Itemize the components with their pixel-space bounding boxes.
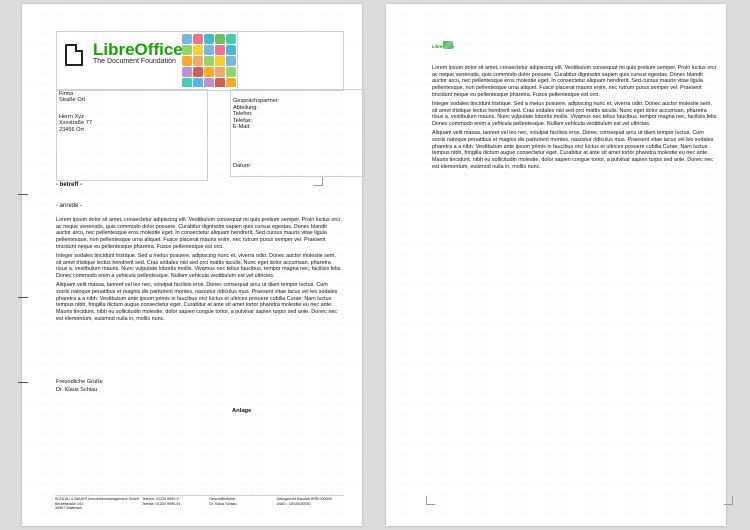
brand-name: LibreOffice xyxy=(93,40,183,59)
closing-phrase: Freundliche Grüße xyxy=(56,379,103,385)
enclosure-heading[interactable]: Anlage xyxy=(232,408,251,414)
letter-body-continued[interactable]: Lorem ipsum dolor sit amet, consectetur … xyxy=(432,65,718,173)
document-icon xyxy=(65,44,83,66)
mosaic-tile xyxy=(215,67,225,77)
page-corner-marker xyxy=(426,496,435,505)
paragraph: Aliquam velit massa, laoreet vel leo nec… xyxy=(432,130,714,170)
mosaic-tile xyxy=(182,78,192,87)
mosaic-tile xyxy=(226,67,236,77)
mosaic-tile xyxy=(182,67,192,77)
mosaic-tile xyxy=(204,78,214,87)
footer-phone: Telefon: 01234 9990-0 Telefax: 01234 999… xyxy=(141,497,181,506)
mosaic-tile xyxy=(182,56,192,66)
mosaic-tile xyxy=(193,45,203,55)
mosaic-tile xyxy=(226,45,236,55)
mosaic-tile xyxy=(204,45,214,55)
contact-labels: Gesprächspartner: Abteilung: Telefon: Te… xyxy=(233,98,280,130)
footer-company: SCHLAU & BAUER Immobilienmanagement GmbH… xyxy=(55,497,140,510)
salutation[interactable]: - anrede - xyxy=(56,203,82,209)
subject-line[interactable]: - betreff - xyxy=(56,182,82,188)
punch-mark xyxy=(18,297,28,298)
paragraph: Integer sodales tincidunt tristique. Sed… xyxy=(56,253,342,280)
paragraph: Lorem ipsum dolor sit amet, consectetur … xyxy=(56,217,341,250)
small-logo-icon xyxy=(443,41,453,49)
paragraph: Integer sodales tincidunt tristique. Sed… xyxy=(432,101,718,128)
mosaic-tile xyxy=(193,56,203,66)
paragraph: Lorem ipsum dolor sit amet, consectetur … xyxy=(432,65,717,98)
mosaic-tile xyxy=(182,34,192,44)
address-field[interactable]: Firma Straße Ort Herrn Xyz Xxxstraße 77 … xyxy=(56,89,208,181)
page-corner-marker xyxy=(724,496,733,505)
footer-registration: Amtsgericht Baudalt HRB 000000 UstID.: D… xyxy=(276,497,332,506)
signature-name: Dr. Klaus Schlau xyxy=(56,386,98,393)
mosaic-tile xyxy=(215,45,225,55)
mosaic-tile xyxy=(193,67,203,77)
paragraph: Aliquam velit massa, laoreet vel leo nec… xyxy=(56,282,338,322)
mosaic-tile xyxy=(215,78,225,87)
mosaic-tile xyxy=(226,34,236,44)
mosaic-tile xyxy=(182,45,192,55)
mosaic-tile xyxy=(193,34,203,44)
page-corner-marker xyxy=(314,177,323,186)
contact-info-field[interactable]: Gesprächspartner: Abteilung: Telefon: Te… xyxy=(230,89,365,177)
mosaic-tile xyxy=(204,67,214,77)
mosaic-tile xyxy=(226,78,236,87)
brand-mosaic-image xyxy=(182,34,236,87)
closing[interactable]: Freundliche Grüße Dr. Klaus Schlau xyxy=(56,379,103,394)
brand-tagline: The Document Foundation xyxy=(93,58,176,65)
sender-line: Firma Straße Ort xyxy=(59,91,86,104)
letter-body[interactable]: Lorem ipsum dolor sit amet, consectetur … xyxy=(56,217,342,325)
footer-management: Geschäftsführer: Dr. Klaus Schlau xyxy=(209,497,237,506)
letterhead-logo-frame[interactable]: LibreOffice The Document Foundation xyxy=(56,31,344,91)
fold-mark xyxy=(18,382,28,383)
date-label: Datum: xyxy=(233,163,252,169)
letter-footer[interactable]: SCHLAU & BAUER Immobilienmanagement GmbH… xyxy=(55,495,344,511)
mosaic-tile xyxy=(215,34,225,44)
mosaic-tile xyxy=(215,56,225,66)
mosaic-tile xyxy=(204,56,214,66)
mosaic-tile xyxy=(193,78,203,87)
frame-divider xyxy=(237,32,238,90)
mosaic-tile xyxy=(204,34,214,44)
recipient-address: Herrn Xyz Xxxstraße 77 23456 Ort xyxy=(59,114,92,133)
fold-mark xyxy=(18,194,28,195)
mosaic-tile xyxy=(226,56,236,66)
